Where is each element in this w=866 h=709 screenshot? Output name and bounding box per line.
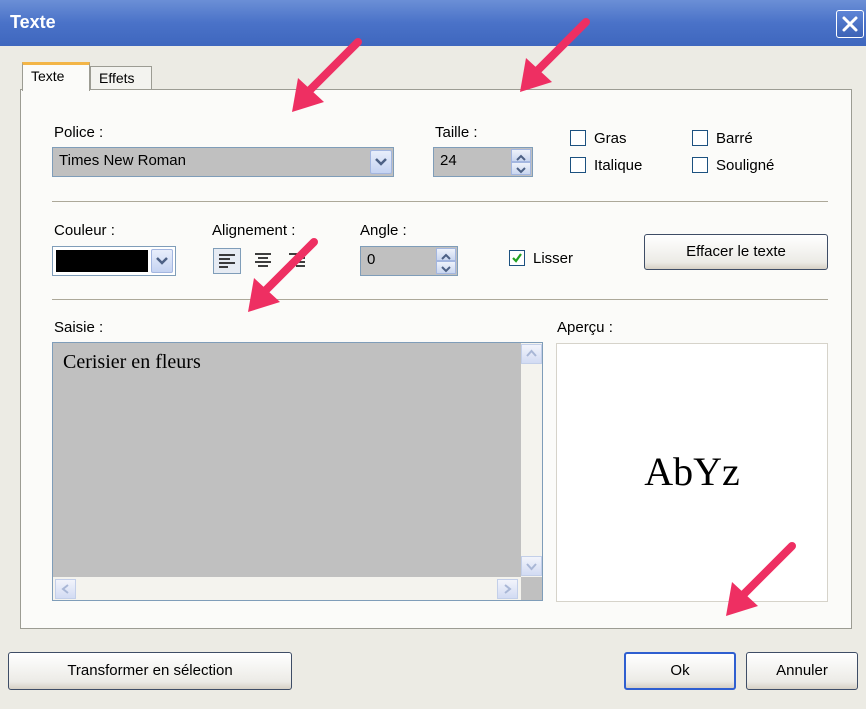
annotation-arrow-icon <box>726 542 796 616</box>
font-label: Police : <box>54 124 104 141</box>
scroll-up-button[interactable] <box>521 344 542 364</box>
size-input-value: 24 <box>440 152 457 169</box>
size-spin-up[interactable] <box>511 149 531 162</box>
font-dropdown-button[interactable] <box>370 150 392 174</box>
chevron-up-icon <box>526 349 537 357</box>
tab-texte[interactable]: Texte <box>22 62 90 91</box>
italic-label: Italique <box>594 157 643 174</box>
title-bar <box>0 0 866 46</box>
chevron-down-icon <box>526 563 537 571</box>
tab-effets[interactable]: Effets <box>90 66 152 90</box>
angle-spin-down[interactable] <box>436 261 456 274</box>
text-input-value: Cerisier en fleurs <box>63 351 201 373</box>
vertical-scrollbar[interactable] <box>521 343 542 577</box>
horizontal-scrollbar[interactable] <box>53 577 521 600</box>
transform-selection-button[interactable]: Transformer en sélection <box>8 652 292 690</box>
clear-text-button[interactable]: Effacer le texte <box>644 234 828 270</box>
smooth-checkbox[interactable] <box>509 250 525 266</box>
cancel-button[interactable]: Annuler <box>746 652 858 690</box>
chevron-right-icon <box>504 584 512 594</box>
align-left-button[interactable] <box>213 248 241 274</box>
annotation-arrow-icon <box>520 18 590 92</box>
close-icon <box>842 16 858 32</box>
color-dropdown-button[interactable] <box>151 249 173 273</box>
checkmark-icon <box>512 253 522 263</box>
bold-label: Gras <box>594 130 627 147</box>
input-label: Saisie : <box>54 319 104 336</box>
angle-label: Angle : <box>360 222 407 239</box>
size-label: Taille : <box>435 124 478 141</box>
underline-checkbox[interactable] <box>692 157 708 173</box>
scroll-down-button[interactable] <box>521 556 542 576</box>
color-swatch <box>56 250 148 272</box>
scroll-left-button[interactable] <box>55 579 76 599</box>
angle-input-value: 0 <box>367 251 376 268</box>
strike-checkbox[interactable] <box>692 130 708 146</box>
font-select[interactable]: Times New Roman <box>52 147 394 177</box>
window-title: Texte <box>10 12 56 32</box>
color-label: Couleur : <box>54 222 115 239</box>
text-input-area[interactable]: Cerisier en fleurs <box>52 342 543 601</box>
strike-label: Barré <box>716 130 753 147</box>
separator <box>52 201 828 202</box>
bold-checkbox[interactable] <box>570 130 586 146</box>
chevron-down-icon <box>516 167 526 174</box>
size-spin-down[interactable] <box>511 162 531 175</box>
angle-spin-up[interactable] <box>436 248 456 261</box>
scroll-right-button[interactable] <box>497 579 518 599</box>
smooth-label: Lisser <box>533 250 574 267</box>
separator <box>52 299 828 300</box>
align-left-icon <box>219 254 235 268</box>
close-button[interactable] <box>836 10 864 38</box>
annotation-arrow-icon <box>292 38 362 112</box>
chevron-left-icon <box>61 584 69 594</box>
italic-checkbox[interactable] <box>570 157 586 173</box>
chevron-down-icon <box>375 158 387 166</box>
underline-label: Souligné <box>716 157 775 174</box>
chevron-down-icon <box>441 266 451 273</box>
chevron-down-icon <box>156 257 168 265</box>
preview-label: Aperçu : <box>557 319 613 336</box>
font-select-value: Times New Roman <box>59 152 186 169</box>
preview-sample: AbYz <box>644 449 740 494</box>
ok-button[interactable]: Ok <box>624 652 736 690</box>
annotation-arrow-icon <box>248 238 318 312</box>
